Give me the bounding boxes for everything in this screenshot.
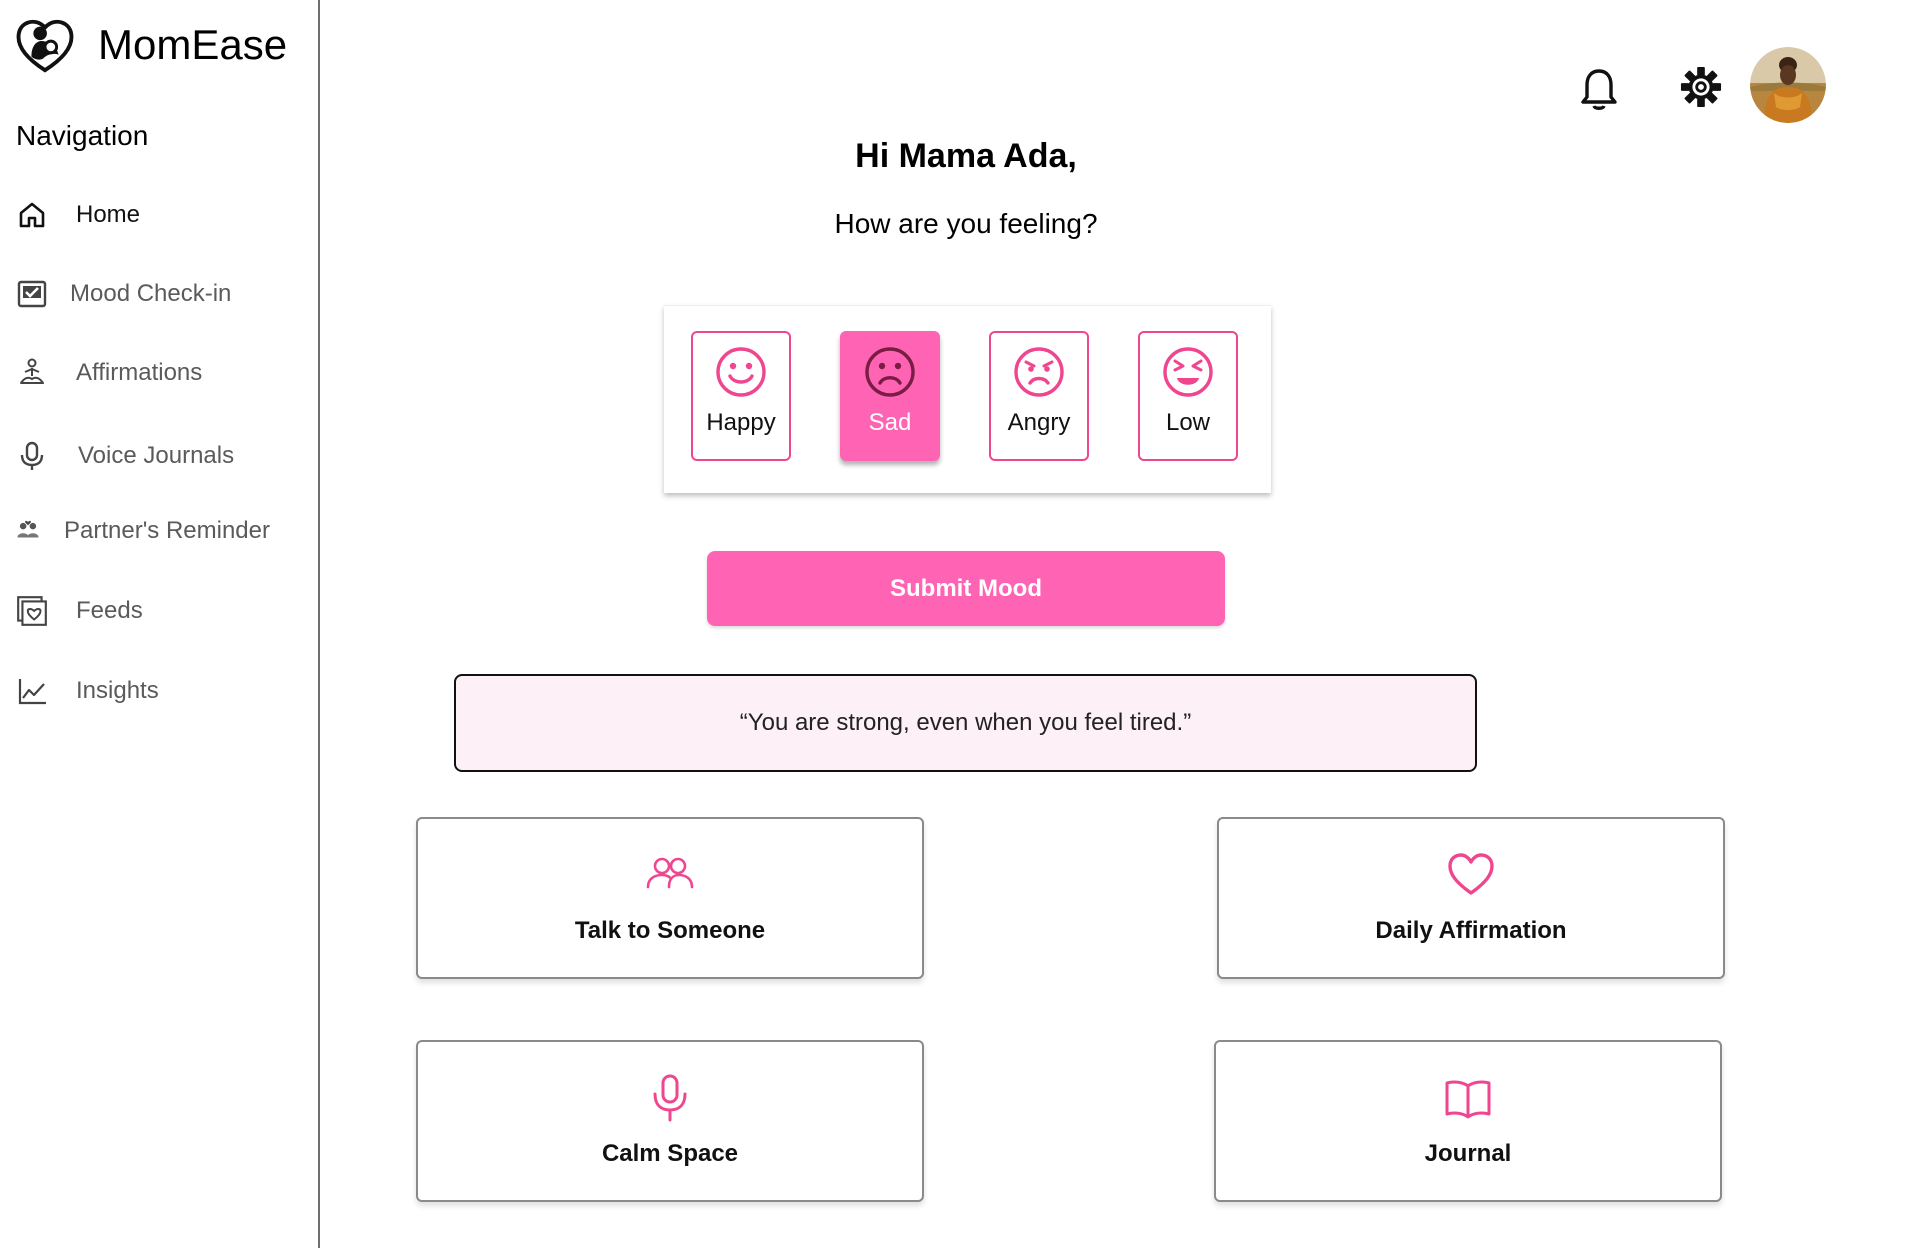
sad-face-icon: [863, 345, 917, 399]
heart-icon: [1445, 849, 1497, 901]
sidebar-item-affirmations[interactable]: Affirmations: [14, 355, 202, 391]
mother-baby-heart-icon: [14, 14, 76, 76]
sidebar-item-voice-journals[interactable]: Voice Journals: [14, 438, 234, 474]
notification-button[interactable]: [1578, 68, 1620, 114]
talk-to-someone-card[interactable]: Talk to Someone: [416, 817, 924, 979]
brand[interactable]: MomEase: [14, 14, 287, 76]
mood-label: Happy: [706, 409, 776, 436]
sidebar-item-partners-reminder[interactable]: Partner's Reminder: [14, 513, 270, 549]
feed-heart-icon: [14, 593, 50, 629]
angry-face-icon: [1012, 345, 1066, 399]
affirmation-quote: “You are strong, even when you feel tire…: [454, 674, 1477, 772]
mood-label: Sad: [868, 409, 912, 436]
home-icon: [14, 197, 50, 233]
journal-card[interactable]: Journal: [1214, 1040, 1722, 1202]
card-label: Daily Affirmation: [1375, 917, 1567, 944]
book-icon: [1442, 1072, 1494, 1124]
sidebar-item-mood-check-in[interactable]: Mood Check-in: [14, 276, 231, 312]
mood-option-angry[interactable]: Angry: [989, 331, 1089, 461]
mood-selector: Happy Sad Angry Low: [664, 305, 1271, 493]
card-label: Journal: [1424, 1140, 1512, 1167]
mood-option-low[interactable]: Low: [1138, 331, 1238, 461]
sidebar-item-home[interactable]: Home: [14, 197, 140, 233]
sidebar: MomEase Navigation Home Mood Check-in Af…: [0, 0, 320, 1248]
sidebar-item-label: Affirmations: [76, 359, 203, 386]
sidebar-item-label: Home: [76, 201, 141, 228]
sidebar-item-feeds[interactable]: Feeds: [14, 593, 143, 629]
mood-option-sad[interactable]: Sad: [840, 331, 940, 461]
sidebar-item-label: Feeds: [76, 597, 143, 624]
settings-button[interactable]: [1679, 66, 1723, 113]
nav-heading: Navigation: [16, 120, 149, 151]
microphone-icon: [644, 1072, 696, 1124]
greeting-title: Hi Mama Ada,: [855, 137, 1077, 175]
sidebar-item-label: Partner's Reminder: [64, 517, 270, 544]
checkbox-icon: [14, 276, 50, 312]
gear-icon: [1680, 66, 1722, 113]
mood-question: How are you feeling?: [834, 208, 1098, 239]
mood-option-happy[interactable]: Happy: [691, 331, 791, 461]
sidebar-item-label: Insights: [76, 677, 159, 704]
sidebar-item-label: Voice Journals: [78, 442, 235, 469]
submit-mood-button[interactable]: Submit Mood: [707, 551, 1225, 626]
people-icon: [644, 849, 696, 901]
meditation-icon: [14, 355, 50, 391]
couple-icon: [14, 513, 42, 549]
mood-label: Angry: [1007, 409, 1071, 436]
microphone-icon: [14, 438, 50, 474]
card-label: Talk to Someone: [574, 917, 766, 944]
app-name: MomEase: [98, 21, 288, 68]
line-chart-icon: [14, 673, 50, 709]
smile-face-icon: [714, 345, 768, 399]
daily-affirmation-card[interactable]: Daily Affirmation: [1217, 817, 1725, 979]
bell-icon: [1579, 67, 1619, 116]
user-avatar[interactable]: [1750, 47, 1826, 123]
card-label: Calm Space: [601, 1140, 739, 1167]
mood-label: Low: [1165, 409, 1211, 436]
sidebar-item-label: Mood Check-in: [70, 280, 232, 307]
tired-face-icon: [1161, 345, 1215, 399]
calm-space-card[interactable]: Calm Space: [416, 1040, 924, 1202]
sidebar-item-insights[interactable]: Insights: [14, 673, 159, 709]
quote-text: “You are strong, even when you feel tire…: [739, 709, 1192, 736]
